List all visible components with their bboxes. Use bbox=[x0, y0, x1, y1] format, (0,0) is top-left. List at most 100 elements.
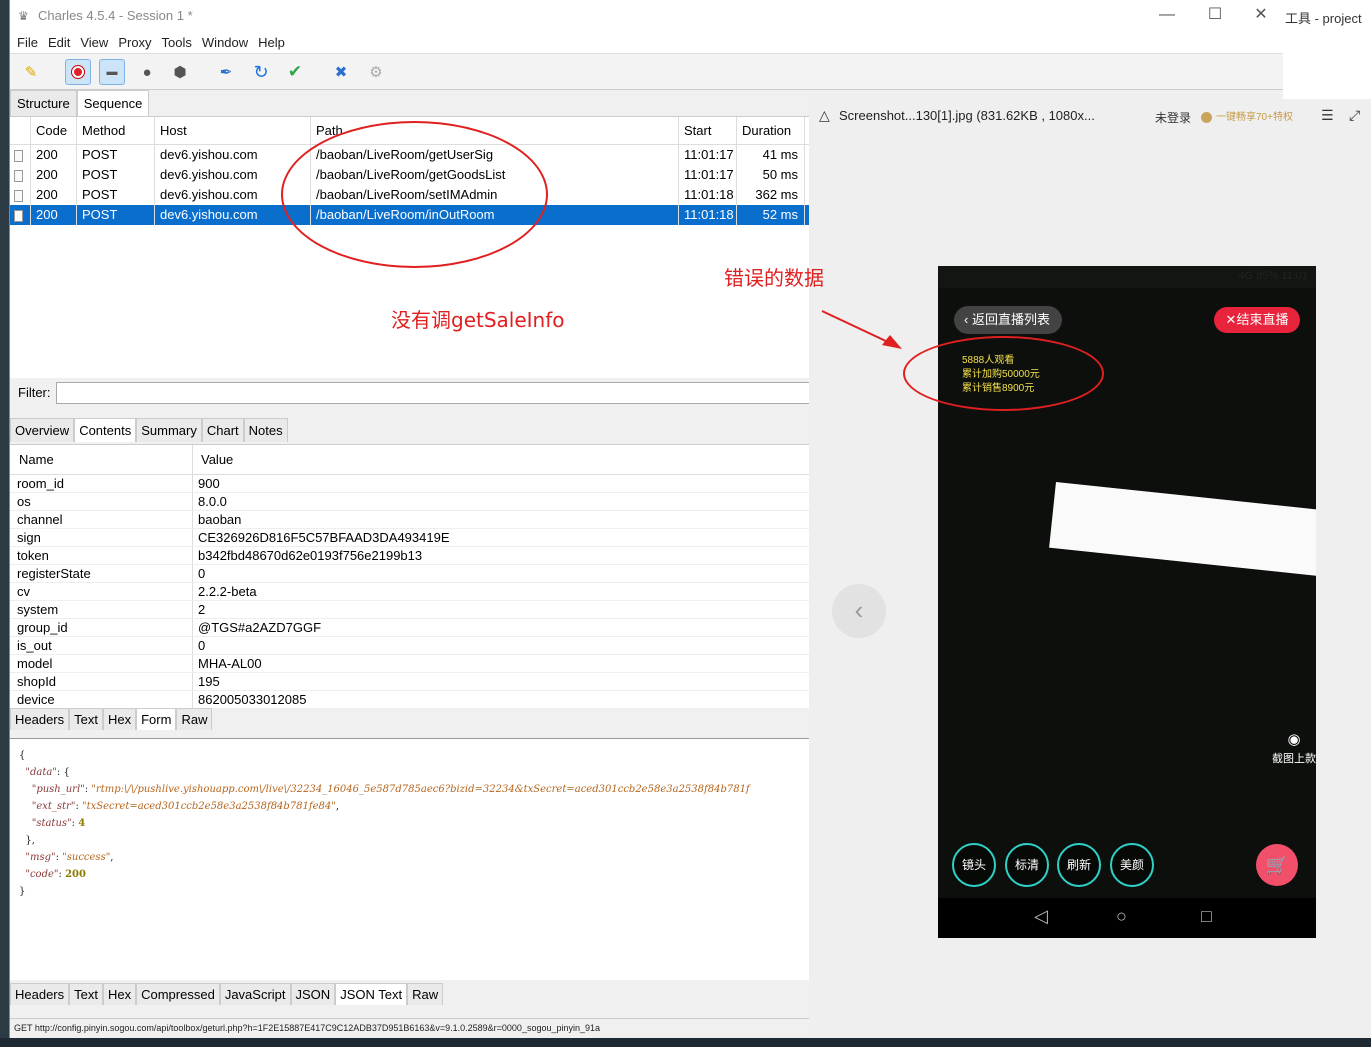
pen-icon[interactable]: ✒ bbox=[213, 59, 239, 85]
refresh-icon[interactable]: ↻ bbox=[248, 59, 274, 85]
param-value: @TGS#a2AZD7GGF bbox=[193, 619, 810, 636]
login-link[interactable]: 未登录 bbox=[1155, 109, 1191, 126]
form-row[interactable]: registerState 0 bbox=[10, 565, 810, 583]
gear-icon[interactable]: ⚙ bbox=[363, 59, 389, 85]
column-duration[interactable]: Duration bbox=[737, 117, 805, 144]
form-row[interactable]: sign CE326926D816F5C57BFAAD3DA493419E bbox=[10, 529, 810, 547]
form-row[interactable]: is_out 0 bbox=[10, 637, 810, 655]
req-tab-raw[interactable]: Raw bbox=[176, 708, 213, 730]
form-row[interactable]: cv 2.2.2-beta bbox=[10, 583, 810, 601]
tab-contents[interactable]: Contents bbox=[74, 418, 137, 442]
refresh-button[interactable]: 刷新 bbox=[1057, 843, 1101, 887]
nav-back-icon[interactable]: ◁ bbox=[1034, 906, 1048, 927]
charles-app-icon: ♛ bbox=[18, 9, 29, 23]
menu-file[interactable]: File bbox=[16, 32, 45, 53]
form-row[interactable]: model MHA-AL00 bbox=[10, 655, 810, 673]
menu-bar: File Edit View Proxy Tools Window Help bbox=[10, 32, 1283, 54]
menu-help[interactable]: Help bbox=[257, 32, 292, 53]
form-row[interactable]: room_id 900 bbox=[10, 475, 810, 493]
promo-link[interactable]: 一键畅享70+特权 bbox=[1201, 108, 1293, 123]
nav-recents-icon[interactable]: □ bbox=[1201, 906, 1212, 927]
filter-bar: Filter: bbox=[10, 380, 810, 406]
resp-tab-headers[interactable]: Headers bbox=[10, 983, 70, 1005]
column-code[interactable]: Code bbox=[31, 117, 77, 144]
form-row[interactable]: device 862005033012085 bbox=[10, 691, 810, 709]
maximize-button[interactable]: ☐ bbox=[1192, 4, 1238, 28]
window-title: Charles 4.5.4 - Session 1 * bbox=[38, 8, 193, 23]
broom-icon[interactable]: ✎ bbox=[18, 59, 44, 85]
minimize-button[interactable]: — bbox=[1144, 4, 1190, 28]
json-response-text: { "data": { "push_url": "rtmp:\/\/pushli… bbox=[10, 738, 810, 980]
param-value: 0 bbox=[193, 565, 810, 582]
resp-tab-javascript[interactable]: JavaScript bbox=[219, 983, 291, 1005]
menu-view[interactable]: View bbox=[79, 32, 115, 53]
throttle-icon[interactable]: ▬ bbox=[99, 59, 125, 85]
form-table-header: Name Value bbox=[10, 445, 810, 475]
param-name: cv bbox=[10, 583, 193, 600]
row-host: dev6.yishou.com bbox=[155, 145, 311, 165]
tab-chart[interactable]: Chart bbox=[201, 418, 244, 442]
column-host[interactable]: Host bbox=[155, 117, 311, 144]
resp-tab-json[interactable]: JSON bbox=[290, 983, 336, 1005]
turtle-icon[interactable]: ● bbox=[134, 59, 160, 85]
lens-button[interactable]: 镜头 bbox=[952, 843, 996, 887]
record-icon[interactable] bbox=[65, 59, 91, 85]
menu-icon[interactable]: ☰ bbox=[1321, 107, 1334, 124]
camera-icon: ◉ bbox=[1287, 731, 1301, 748]
quality-button[interactable]: 标清 bbox=[1005, 843, 1049, 887]
nav-home-icon[interactable]: ○ bbox=[1116, 906, 1127, 927]
form-row[interactable]: token b342fbd48670d62e0193f756e2199b13 bbox=[10, 547, 810, 565]
status-bar: GET http://config.pinyin.sogou.com/api/t… bbox=[10, 1018, 810, 1038]
menu-window[interactable]: Window bbox=[201, 32, 255, 53]
form-row[interactable]: system 2 bbox=[10, 601, 810, 619]
previous-image-button[interactable]: ‹ bbox=[832, 584, 886, 638]
req-tab-text[interactable]: Text bbox=[69, 708, 103, 730]
column-name[interactable]: Name bbox=[10, 445, 193, 474]
menu-proxy[interactable]: Proxy bbox=[117, 32, 158, 53]
tab-structure[interactable]: Structure bbox=[10, 90, 77, 116]
column-start[interactable]: Start bbox=[679, 117, 737, 144]
resp-tab-json-text[interactable]: JSON Text bbox=[335, 983, 408, 1005]
row-code: 200 bbox=[31, 145, 77, 165]
param-value: 2.2.2-beta bbox=[193, 583, 810, 600]
row-start: 11:01:18 bbox=[679, 185, 737, 205]
tab-notes[interactable]: Notes bbox=[243, 418, 288, 442]
menu-edit[interactable]: Edit bbox=[47, 32, 77, 53]
column-method[interactable]: Method bbox=[77, 117, 155, 144]
back-to-live-list-button[interactable]: ‹ 返回直播列表 bbox=[954, 306, 1062, 334]
snap-label: 截图上款 bbox=[1272, 753, 1316, 765]
document-icon bbox=[10, 145, 31, 165]
beauty-button[interactable]: 美颜 bbox=[1110, 843, 1154, 887]
form-row[interactable]: os 8.0.0 bbox=[10, 493, 810, 511]
req-tab-form[interactable]: Form bbox=[136, 708, 177, 730]
end-live-button[interactable]: ✕结束直播 bbox=[1214, 307, 1300, 333]
tab-overview[interactable]: Overview bbox=[10, 418, 75, 442]
tab-sequence[interactable]: Sequence bbox=[76, 90, 150, 116]
filter-input[interactable] bbox=[56, 382, 810, 404]
form-row[interactable]: channel baoban bbox=[10, 511, 810, 529]
resp-tab-raw[interactable]: Raw bbox=[407, 983, 444, 1005]
screenshot-upload-button[interactable]: ◉ 截图上款 bbox=[1264, 730, 1316, 766]
form-row[interactable]: group_id @TGS#a2AZD7GGF bbox=[10, 619, 810, 637]
form-row[interactable]: shopId 195 bbox=[10, 673, 810, 691]
check-icon[interactable]: ✔ bbox=[282, 59, 308, 85]
tools-icon[interactable]: ✖ bbox=[328, 59, 354, 85]
close-button[interactable]: ✕ bbox=[1238, 4, 1284, 28]
fullscreen-icon[interactable]: ⤢ bbox=[1349, 107, 1360, 124]
chevron-left-icon: ‹ bbox=[964, 312, 972, 327]
tab-summary[interactable]: Summary bbox=[136, 418, 202, 442]
response-subtabs: Headers Text Hex Compressed JavaScript J… bbox=[10, 983, 444, 1005]
resp-tab-hex[interactable]: Hex bbox=[102, 983, 137, 1005]
resp-tab-compressed[interactable]: Compressed bbox=[136, 983, 220, 1005]
req-tab-headers[interactable]: Headers bbox=[10, 708, 70, 730]
req-tab-hex[interactable]: Hex bbox=[102, 708, 137, 730]
menu-tools[interactable]: Tools bbox=[161, 32, 199, 53]
document-icon bbox=[10, 185, 31, 205]
column-value[interactable]: Value bbox=[193, 445, 810, 474]
cart-icon[interactable]: 🛒 bbox=[1256, 844, 1298, 886]
resp-tab-text[interactable]: Text bbox=[69, 983, 103, 1005]
stop-icon[interactable]: ⬢ bbox=[167, 59, 193, 85]
back-label: 返回直播列表 bbox=[971, 312, 1050, 327]
request-subtabs: Headers Text Hex Form Raw bbox=[10, 708, 213, 730]
param-name: group_id bbox=[10, 619, 193, 636]
